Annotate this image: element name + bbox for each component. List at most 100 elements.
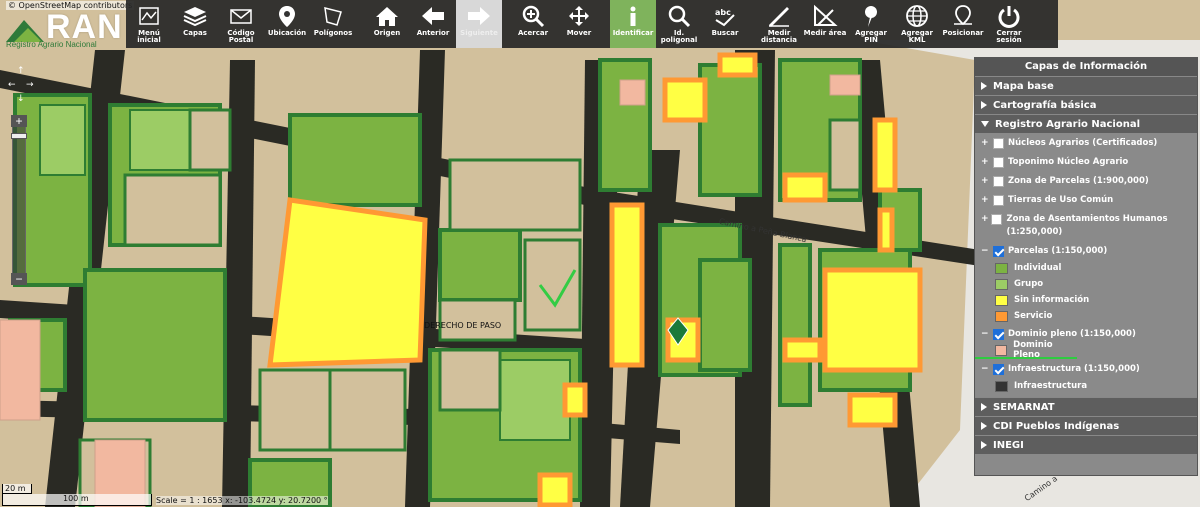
layer-checkbox[interactable] [993, 176, 1004, 187]
layer-checkbox-checked[interactable] [993, 364, 1004, 375]
layer-zona-parcelas[interactable]: + Zona de Parcelas (1:900,000) [975, 171, 1197, 190]
toolbar-mover-button[interactable]: Mover [556, 0, 602, 48]
expand-plus-icon[interactable]: + [981, 194, 991, 207]
toolbar-idpoligonal-button[interactable]: Id. poligonal [656, 0, 702, 48]
polygon-icon [324, 7, 342, 26]
section-inegi[interactable]: INEGI [975, 435, 1197, 454]
zoom-in-button[interactable]: + [11, 115, 27, 127]
toolbar-siguiente-button[interactable]: Siguiente [456, 0, 502, 48]
toolbar-button-label: Identificar [612, 29, 654, 37]
toolbar-capas-button[interactable]: Capas [172, 0, 218, 48]
info-icon [630, 6, 636, 26]
zoom-slider[interactable]: + − [11, 115, 27, 285]
toolbar-cerrar-button[interactable]: Cerrar sesión [986, 0, 1032, 48]
toolbar-button-label: Código Postal [227, 29, 255, 44]
toolbar-pin-button[interactable]: Agregar PIN [848, 0, 894, 48]
layers-icon [183, 7, 207, 27]
expand-arrow-icon [981, 441, 987, 449]
pan-zoom-control: ↑ ← → ↓ [8, 66, 34, 110]
toolbar-button-label: Polígonos [313, 29, 353, 37]
section-mapa-base[interactable]: Mapa base [975, 76, 1197, 95]
expand-plus-icon[interactable]: + [981, 137, 991, 150]
layer-checkbox[interactable] [993, 157, 1004, 168]
legend-grupo: Grupo [975, 276, 1197, 292]
collapse-minus-icon[interactable]: − [981, 328, 991, 341]
toolbar-menu-button[interactable]: Menú inicial [126, 0, 172, 48]
expand-plus-icon[interactable]: + [981, 175, 991, 188]
section-cartografia[interactable]: Cartografía básica [975, 95, 1197, 114]
search-text-icon: abc [715, 8, 735, 27]
layer-checkbox[interactable] [991, 214, 1003, 225]
toolbar-acercar-button[interactable]: Acercar [510, 0, 556, 48]
legend-servicio: Servicio [975, 308, 1197, 324]
layer-tierras[interactable]: + Tierras de Uso Común [975, 190, 1197, 209]
layer-dominio-pleno[interactable]: − Dominio pleno (1:150,000) [975, 324, 1197, 343]
layer-zona-asentamientos[interactable]: + Zona de Asentamientos Humanos (1:250,00… [975, 209, 1197, 241]
layer-toponimo[interactable]: + Toponimo Núcleo Agrario [975, 152, 1197, 171]
section-registro-agrario[interactable]: Registro Agrario Nacional [975, 114, 1197, 133]
road-label-derecho-de-paso: DERECHO DE PASO [424, 321, 502, 330]
toolbar-button-label: Anterior [416, 29, 450, 37]
expand-plus-icon[interactable]: + [981, 156, 991, 169]
toolbar-button-label: Agregar KML [901, 29, 933, 44]
zoom-slider-knob[interactable] [11, 133, 27, 139]
layer-checkbox-checked[interactable] [993, 329, 1004, 340]
toolbar-medirdist-button[interactable]: Medir distancia [756, 0, 802, 48]
toolbar-button-label: Cerrar sesión [996, 29, 1022, 44]
layer-checkbox[interactable] [993, 195, 1004, 206]
layer-parcelas[interactable]: − Parcelas (1:150,000) [975, 241, 1197, 260]
logo-subtitle: Registro Agrario Nacional [6, 40, 97, 49]
legend-individual: Individual [975, 260, 1197, 276]
toolbar-posicionar-button[interactable]: Posicionar [940, 0, 986, 48]
toolbar-button-label: Origen [373, 29, 401, 37]
toolbar-button-label: Medir área [803, 29, 847, 37]
area-ruler-icon [814, 4, 838, 26]
section-cdi[interactable]: CDI Pueblos Indígenas [975, 416, 1197, 435]
legend-swatch [995, 310, 1008, 322]
legend-sin-informacion: Sin información [975, 292, 1197, 308]
layer-infraestructura[interactable]: − Infraestructura (1:150,000) [975, 359, 1197, 378]
toolbar-origen-button[interactable]: Origen [364, 0, 410, 48]
toolbar-button-label: Mover [566, 29, 592, 37]
collapse-minus-icon[interactable]: − [981, 363, 991, 376]
zoom-in-icon [522, 5, 545, 28]
toolbar-button-label: Id. poligonal [660, 29, 698, 44]
toolbar-poligonos-button[interactable]: Polígonos [310, 0, 356, 48]
section-semarnat[interactable]: SEMARNAT [975, 397, 1197, 416]
zoom-out-button[interactable]: − [11, 273, 27, 285]
toolbar-kml-button[interactable]: Agregar KML [894, 0, 940, 48]
toolbar-ubicacion-button[interactable]: Ubicación [264, 0, 310, 48]
scale-large-label: 100 m [2, 494, 152, 506]
pan-down-icon[interactable]: ↓ [17, 94, 25, 104]
layer-nucleos[interactable]: + Núcleos Agrarios (Certificados) [975, 133, 1197, 152]
layer-checkbox[interactable] [993, 138, 1004, 149]
pan-control: ↑ ← → ↓ [8, 66, 34, 110]
toolbar-buscar-button[interactable]: abc Buscar [702, 0, 748, 48]
layer-checkbox-checked[interactable] [993, 246, 1004, 257]
toolbar-anterior-button[interactable]: Anterior [410, 0, 456, 48]
pan-right-icon[interactable]: → [26, 80, 34, 90]
main-toolbar: Menú inicial Capas Código Postal Ubicación P… [126, 0, 1058, 48]
expand-arrow-icon [981, 82, 987, 90]
toolbar-postal-button[interactable]: Código Postal [218, 0, 264, 48]
toolbar-button-label: Medir distancia [761, 29, 797, 44]
svg-text:abc: abc [715, 8, 731, 17]
search-polygon-icon [668, 5, 691, 28]
toolbar-medirarea-button[interactable]: Medir área [802, 0, 848, 48]
globe-icon [906, 5, 928, 27]
collapse-minus-icon[interactable]: − [981, 245, 991, 258]
toolbar-separator [748, 0, 756, 48]
arrow-right-icon [468, 7, 490, 25]
legend-swatch [995, 344, 1008, 356]
expand-arrow-icon [981, 422, 987, 430]
pan-left-icon[interactable]: ← [8, 80, 16, 90]
pushpin-icon [865, 6, 877, 27]
scale-small-label: 20 m [2, 484, 32, 494]
expand-arrow-icon [981, 101, 987, 109]
expand-plus-icon[interactable]: + [981, 213, 989, 226]
toolbar-identificar-button[interactable]: Identificar [610, 0, 656, 48]
pan-up-icon[interactable]: ↑ [17, 66, 25, 76]
toolbar-button-label: Ubicación [267, 29, 307, 37]
legend-swatch [995, 262, 1008, 274]
toolbar-separator [602, 0, 610, 48]
